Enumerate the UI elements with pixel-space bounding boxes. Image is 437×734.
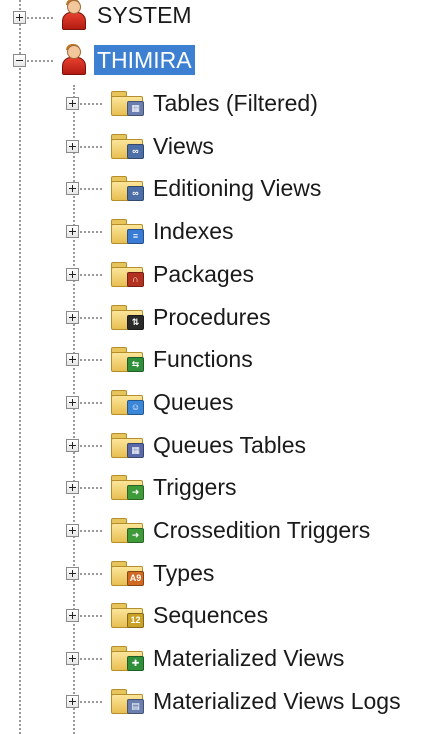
tree-node-system[interactable]: SYSTEM bbox=[60, 0, 195, 32]
sequences-folder-icon: 12 bbox=[110, 602, 144, 628]
tree-node-types[interactable]: A9 Types bbox=[110, 556, 217, 590]
tree-connector bbox=[80, 402, 102, 404]
tree-connector-root bbox=[19, 0, 21, 734]
expand-functions-toggle[interactable] bbox=[66, 353, 79, 366]
expand-triggers-toggle[interactable] bbox=[66, 481, 79, 494]
tree-node-label: Sequences bbox=[153, 602, 269, 628]
tree-node-label: Materialized Views Logs bbox=[153, 688, 401, 714]
expand-materialized-views-toggle[interactable] bbox=[66, 652, 79, 665]
expand-queues-tables-toggle[interactable] bbox=[66, 439, 79, 452]
procedures-folder-icon: ⇅ bbox=[110, 304, 144, 330]
tree-node-thimira[interactable]: THIMIRA bbox=[60, 43, 195, 77]
tree-connector bbox=[27, 17, 53, 19]
triggers-folder-icon: ➜ bbox=[110, 474, 144, 500]
tables-folder-icon: ▦ bbox=[110, 90, 144, 116]
schema-tree: SYSTEM THIMIRA ▦ Tables (Filtered) ∞ Views ∞… bbox=[0, 0, 437, 734]
tree-connector bbox=[80, 573, 102, 575]
materialized-views-logs-folder-icon: ▤ bbox=[110, 688, 144, 714]
user-icon bbox=[60, 0, 86, 30]
tree-node-crossedition-triggers[interactable]: ➜ Crossedition Triggers bbox=[110, 513, 373, 547]
tree-connector bbox=[80, 530, 102, 532]
expand-system-toggle[interactable] bbox=[13, 11, 26, 24]
expand-crossedition-triggers-toggle[interactable] bbox=[66, 524, 79, 537]
tree-connector bbox=[80, 274, 102, 276]
tree-connector bbox=[80, 658, 102, 660]
tree-node-indexes[interactable]: ≡ Indexes bbox=[110, 214, 237, 248]
queues-folder-icon: ☺ bbox=[110, 389, 144, 415]
packages-folder-icon: ∩ bbox=[110, 261, 144, 287]
tree-node-label: THIMIRA bbox=[94, 45, 195, 75]
tree-node-triggers[interactable]: ➜ Triggers bbox=[110, 470, 240, 504]
tree-connector bbox=[80, 445, 102, 447]
materialized-views-folder-icon: ✚ bbox=[110, 645, 144, 671]
expand-queues-toggle[interactable] bbox=[66, 396, 79, 409]
tree-connector bbox=[80, 359, 102, 361]
tree-node-queues-tables[interactable]: ▦ Queues Tables bbox=[110, 428, 309, 462]
tree-node-label: SYSTEM bbox=[97, 2, 192, 28]
tree-node-packages[interactable]: ∩ Packages bbox=[110, 257, 257, 291]
tree-node-label: Procedures bbox=[153, 304, 271, 330]
tree-node-label: Queues Tables bbox=[153, 432, 307, 458]
tree-node-views[interactable]: ∞ Views bbox=[110, 129, 217, 163]
crossedition-triggers-folder-icon: ➜ bbox=[110, 517, 144, 543]
expand-indexes-toggle[interactable] bbox=[66, 225, 79, 238]
collapse-thimira-toggle[interactable] bbox=[13, 54, 26, 67]
tree-connector bbox=[80, 615, 102, 617]
tree-connector bbox=[80, 103, 102, 105]
views-folder-icon: ∞ bbox=[110, 133, 144, 159]
tree-node-materialized-views[interactable]: ✚ Materialized Views bbox=[110, 641, 347, 675]
expand-editioning-views-toggle[interactable] bbox=[66, 182, 79, 195]
indexes-folder-icon: ≡ bbox=[110, 218, 144, 244]
tree-node-label: Queues bbox=[153, 389, 234, 415]
queues-tables-folder-icon: ▦ bbox=[110, 432, 144, 458]
tree-node-label: Editioning Views bbox=[153, 175, 322, 201]
tree-node-tables[interactable]: ▦ Tables (Filtered) bbox=[110, 86, 321, 120]
user-icon bbox=[60, 44, 86, 75]
tree-node-procedures[interactable]: ⇅ Procedures bbox=[110, 300, 274, 334]
tree-connector bbox=[27, 60, 53, 62]
tree-connector bbox=[80, 231, 102, 233]
expand-views-toggle[interactable] bbox=[66, 140, 79, 153]
tree-node-label: Tables (Filtered) bbox=[153, 90, 318, 116]
tree-node-label: Materialized Views bbox=[153, 645, 345, 671]
tree-node-label: Indexes bbox=[153, 218, 234, 244]
types-folder-icon: A9 bbox=[110, 560, 144, 586]
tree-node-materialized-views-logs[interactable]: ▤ Materialized Views Logs bbox=[110, 684, 404, 718]
tree-connector bbox=[80, 487, 102, 489]
tree-node-sequences[interactable]: 12 Sequences bbox=[110, 598, 271, 632]
tree-node-label: Triggers bbox=[153, 474, 237, 500]
tree-node-label: Views bbox=[153, 133, 214, 159]
expand-tables-toggle[interactable] bbox=[66, 97, 79, 110]
tree-node-label: Packages bbox=[153, 261, 255, 287]
expand-sequences-toggle[interactable] bbox=[66, 609, 79, 622]
tree-connector bbox=[80, 317, 102, 319]
functions-folder-icon: ⇆ bbox=[110, 346, 144, 372]
tree-node-queues[interactable]: ☺ Queues bbox=[110, 385, 237, 419]
tree-connector bbox=[80, 146, 102, 148]
expand-materialized-views-logs-toggle[interactable] bbox=[66, 695, 79, 708]
expand-procedures-toggle[interactable] bbox=[66, 311, 79, 324]
expand-types-toggle[interactable] bbox=[66, 567, 79, 580]
tree-node-label: Crossedition Triggers bbox=[153, 517, 371, 543]
tree-node-functions[interactable]: ⇆ Functions bbox=[110, 342, 256, 376]
tree-node-label: Functions bbox=[153, 346, 253, 372]
tree-connector bbox=[80, 188, 102, 190]
expand-packages-toggle[interactable] bbox=[66, 268, 79, 281]
tree-connector bbox=[80, 701, 102, 703]
tree-node-editioning-views[interactable]: ∞ Editioning Views bbox=[110, 171, 324, 205]
tree-node-label: Types bbox=[153, 560, 215, 586]
editioning-views-folder-icon: ∞ bbox=[110, 175, 144, 201]
